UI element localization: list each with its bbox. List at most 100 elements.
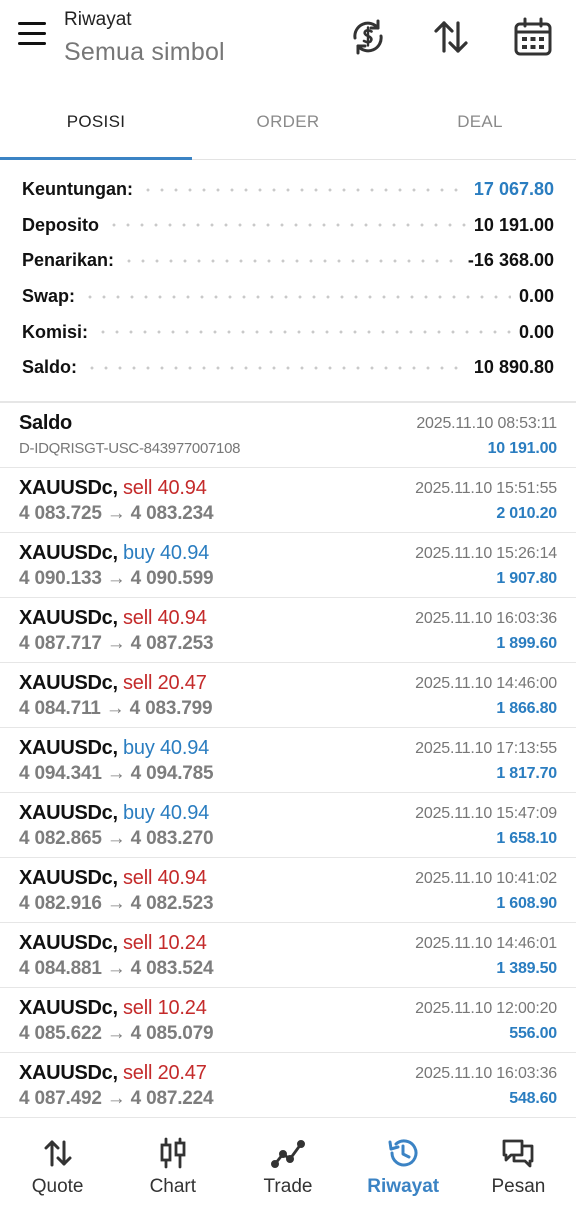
deal-row[interactable]: XAUUSDc, buy 40.94 4 082.865 → 4 083.270 2… [0, 793, 576, 858]
deal-symbol: XAUUSDc, buy 40.94 [19, 802, 209, 825]
symbol-name: XAUUSDc, [19, 542, 118, 564]
nav-pesan[interactable]: Pesan [461, 1118, 576, 1215]
deal-row[interactable]: XAUUSDc, sell 40.94 4 087.717 → 4 087.253… [0, 598, 576, 663]
deal-side-volume: buy 40.94 [123, 542, 210, 564]
menu-icon[interactable] [14, 22, 52, 52]
dot-leader [140, 179, 466, 200]
symbol-filter[interactable]: Semua simbol [64, 38, 225, 67]
summary-balance-row: Saldo: 10 890.80 [0, 350, 576, 386]
summary-label: Deposito [22, 214, 108, 236]
deal-profit: 1 907.80 [496, 570, 557, 587]
history-icon [388, 1139, 418, 1167]
entry-title: Saldo [19, 412, 72, 434]
deal-prices: 4 090.133 → 4 090.599 [19, 568, 214, 589]
symbol-name: XAUUSDc, [19, 1062, 118, 1084]
symbol-name: XAUUSDc, [19, 737, 118, 759]
nav-label: Chart [149, 1176, 197, 1197]
balance-entry[interactable]: Saldo D-IDQRISGT-USC-843977007108 2025.1… [0, 403, 576, 468]
summary-label: Swap: [22, 286, 84, 308]
deal-prices: 4 084.881 → 4 083.524 [19, 958, 214, 979]
deal-prices: 4 094.341 → 4 094.785 [19, 763, 214, 784]
nav-chart[interactable]: Chart [115, 1118, 230, 1215]
deal-prices: 4 083.725 → 4 083.234 [19, 503, 214, 524]
nav-label: Pesan [491, 1176, 546, 1197]
deal-profit: 1 866.80 [496, 700, 557, 717]
summary-value: -16 368.00 [459, 250, 554, 272]
deal-row[interactable]: XAUUSDc, buy 40.94 4 094.341 → 4 094.785 2… [0, 728, 576, 793]
deal-side-volume: sell 40.94 [123, 607, 207, 629]
symbol-name: XAUUSDc, [19, 802, 118, 824]
tab-posisi[interactable]: POSISI [0, 92, 192, 160]
deal-side-volume: buy 40.94 [123, 737, 210, 759]
summary-label: Komisi: [22, 321, 97, 343]
summary-label: Saldo: [22, 357, 86, 379]
deal-row[interactable]: XAUUSDc, buy 40.94 4 090.133 → 4 090.599 2… [0, 533, 576, 598]
deal-symbol: XAUUSDc, sell 20.47 [19, 672, 207, 695]
nav-trade[interactable]: Trade [230, 1118, 345, 1215]
deal-time: 2025.11.10 15:26:14 [415, 545, 557, 562]
summary-value: 0.00 [510, 286, 554, 308]
deal-profit: 548.60 [509, 1090, 557, 1107]
nav-label: Trade [263, 1176, 313, 1197]
deal-row[interactable]: XAUUSDc, sell 20.47 4 087.492 → 4 087.224… [0, 1053, 576, 1118]
entry-amount: 10 191.00 [487, 440, 558, 457]
deal-side-volume: sell 10.24 [123, 932, 207, 954]
page-title: Riwayat [64, 9, 132, 30]
deal-row[interactable]: XAUUSDc, sell 40.94 4 083.725 → 4 083.234… [0, 468, 576, 533]
deal-side-volume: sell 10.24 [123, 997, 207, 1019]
nav-label: Riwayat [367, 1176, 440, 1197]
sort-icon[interactable] [430, 16, 472, 58]
deal-row[interactable]: XAUUSDc, sell 10.24 4 085.622 → 4 085.079… [0, 988, 576, 1053]
deal-time: 2025.11.10 10:41:02 [415, 870, 557, 887]
deal-symbol: XAUUSDc, sell 40.94 [19, 477, 207, 500]
deal-symbol: XAUUSDc, buy 40.94 [19, 737, 209, 760]
calendar-icon[interactable] [512, 16, 554, 58]
summary-commission-row: Komisi: 0.00 [0, 314, 576, 350]
messages-icon [503, 1139, 534, 1168]
bottom-nav: Quote Chart Trade Riwayat Pesan [0, 1118, 576, 1215]
dot-leader [83, 286, 511, 307]
deal-symbol: XAUUSDc, sell 10.24 [19, 997, 207, 1020]
candlestick-chart-icon [160, 1137, 186, 1169]
symbol-name: XAUUSDc, [19, 477, 118, 499]
tab-order[interactable]: ORDER [192, 92, 384, 159]
summary-value: 0.00 [510, 321, 554, 343]
deal-time: 2025.11.10 14:46:01 [415, 935, 557, 952]
summary-withdrawal-row: Penarikan: -16 368.00 [0, 243, 576, 279]
deal-profit: 2 010.20 [496, 505, 557, 522]
deal-time: 2025.11.10 15:51:55 [415, 480, 557, 497]
deal-row[interactable]: XAUUSDc, sell 20.47 4 084.711 → 4 083.799… [0, 663, 576, 728]
nav-quote[interactable]: Quote [0, 1118, 115, 1215]
summary-panel: Keuntungan: 17 067.80 Deposito 10 191.00… [0, 172, 576, 386]
symbol-name: XAUUSDc, [19, 672, 118, 694]
deal-time: 2025.11.10 16:03:36 [415, 610, 557, 627]
deal-row[interactable]: XAUUSDc, sell 10.24 4 084.881 → 4 083.524… [0, 923, 576, 988]
entry-comment: D-IDQRISGT-USC-843977007108 [19, 440, 241, 457]
deal-row[interactable]: XAUUSDc, sell 40.94 4 082.916 → 4 082.523… [0, 858, 576, 923]
symbol-name: XAUUSDc, [19, 932, 118, 954]
app-header: Riwayat Semua simbol [0, 0, 576, 92]
trade-line-icon [271, 1140, 305, 1168]
dot-leader [107, 215, 466, 236]
summary-value: 10 890.80 [465, 357, 554, 379]
summary-label: Keuntungan: [22, 179, 141, 201]
summary-value: 17 067.80 [465, 179, 554, 201]
deal-symbol: XAUUSDc, sell 20.47 [19, 1062, 207, 1085]
summary-profit-row: Keuntungan: 17 067.80 [0, 172, 576, 208]
deal-symbol: XAUUSDc, buy 40.94 [19, 542, 209, 565]
symbol-name: XAUUSDc, [19, 997, 118, 1019]
deal-time: 2025.11.10 17:13:55 [415, 740, 557, 757]
deal-prices: 4 085.622 → 4 085.079 [19, 1023, 214, 1044]
deal-side-volume: sell 40.94 [123, 477, 207, 499]
deal-time: 2025.11.10 12:00:20 [415, 1000, 557, 1017]
summary-swap-row: Swap: 0.00 [0, 279, 576, 315]
dot-leader [85, 357, 466, 378]
deal-prices: 4 087.717 → 4 087.253 [19, 633, 214, 654]
deal-side-volume: sell 20.47 [123, 672, 207, 694]
deal-profit: 1 658.10 [496, 830, 557, 847]
nav-riwayat[interactable]: Riwayat [346, 1118, 461, 1215]
currency-exchange-icon[interactable] [347, 16, 389, 58]
tab-deal[interactable]: DEAL [384, 92, 576, 159]
summary-value: 10 191.00 [465, 214, 554, 236]
nav-label: Quote [31, 1176, 84, 1197]
